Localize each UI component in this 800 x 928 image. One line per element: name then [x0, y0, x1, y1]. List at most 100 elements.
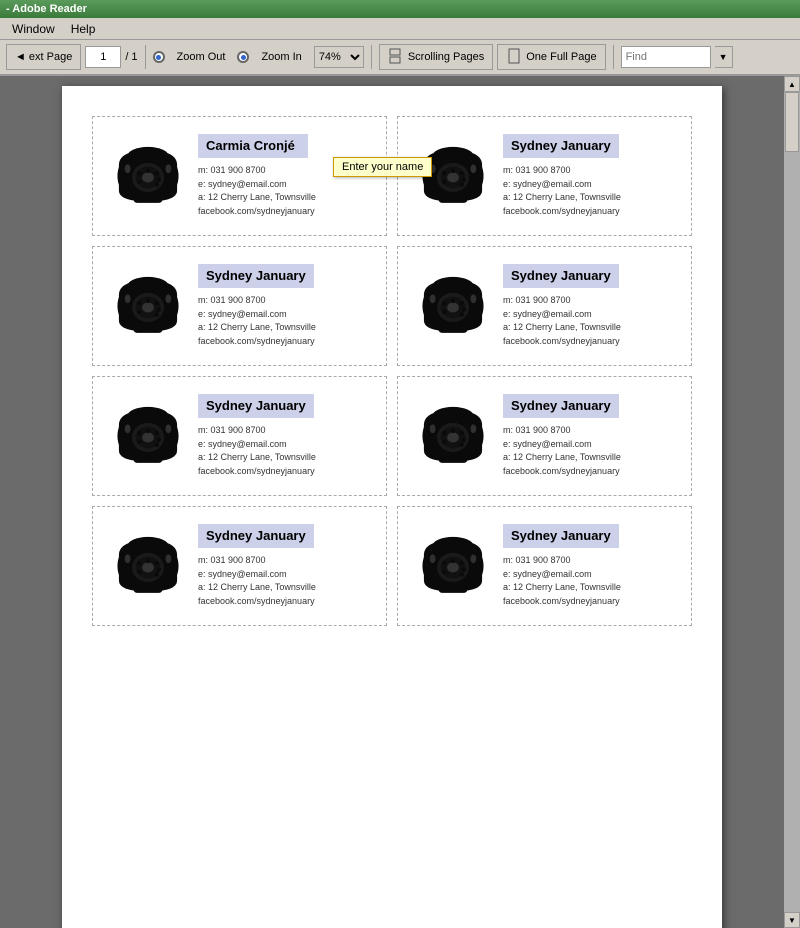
phone-icon-container: [408, 526, 498, 606]
card-name-highlight: Sydney January: [198, 264, 314, 288]
card-name-highlight: Sydney January: [503, 264, 619, 288]
card-phone: m: 031 900 8700: [503, 294, 681, 308]
business-card-8: Sydney January m: 031 900 8700 e: sydney…: [397, 506, 692, 626]
business-card-6: Sydney January m: 031 900 8700 e: sydney…: [397, 376, 692, 496]
card-email: e: sydney@email.com: [503, 438, 681, 452]
card-name-text: Sydney January: [511, 528, 611, 543]
phone-icon-container: [103, 266, 193, 346]
card-info: Carmia Cronjé m: 031 900 8700 e: sydney@…: [193, 134, 376, 218]
scrollbar-track[interactable]: [784, 92, 800, 912]
card-details: m: 031 900 8700 e: sydney@email.com a: 1…: [198, 424, 376, 478]
card-facebook: facebook.com/sydneyjanuary: [198, 205, 376, 219]
pdf-canvas[interactable]: Carmia Cronjé m: 031 900 8700 e: sydney@…: [0, 76, 784, 928]
scrolling-pages-button[interactable]: Scrolling Pages: [379, 44, 493, 70]
one-full-page-icon: [506, 48, 522, 67]
card-details: m: 031 900 8700 e: sydney@email.com a: 1…: [503, 554, 681, 608]
card-facebook: facebook.com/sydneyjanuary: [198, 335, 376, 349]
card-address: a: 12 Cherry Lane, Townsville: [198, 451, 376, 465]
zoom-select[interactable]: 74% 50% 100% 125% 150%: [314, 46, 364, 68]
card-details: m: 031 900 8700 e: sydney@email.com a: 1…: [198, 554, 376, 608]
card-email: e: sydney@email.com: [503, 308, 681, 322]
card-details: m: 031 900 8700 e: sydney@email.com a: 1…: [503, 294, 681, 348]
pdf-page: Carmia Cronjé m: 031 900 8700 e: sydney@…: [62, 86, 722, 928]
phone-icon-container: [408, 266, 498, 346]
card-details: m: 031 900 8700 e: sydney@email.com a: 1…: [198, 164, 376, 218]
card-facebook: facebook.com/sydneyjanuary: [503, 205, 681, 219]
card-email: e: sydney@email.com: [198, 178, 376, 192]
scrollbar-thumb[interactable]: [785, 92, 799, 152]
one-full-page-label: One Full Page: [526, 51, 596, 63]
card-info: Sydney January m: 031 900 8700 e: sydney…: [498, 134, 681, 218]
business-card-3: Sydney January m: 031 900 8700 e: sydney…: [92, 246, 387, 366]
cards-grid: Carmia Cronjé m: 031 900 8700 e: sydney@…: [82, 106, 702, 636]
scroll-down-button[interactable]: ▼: [784, 912, 800, 928]
card-name-text: Sydney January: [511, 268, 611, 283]
card-name-text: Sydney January: [511, 398, 611, 413]
zoom-out-label: Zoom Out: [177, 51, 226, 63]
zoom-in-radio-icon: [237, 51, 249, 63]
card-details: m: 031 900 8700 e: sydney@email.com a: 1…: [198, 294, 376, 348]
business-card-4: Sydney January m: 031 900 8700 e: sydney…: [397, 246, 692, 366]
card-info: Sydney January m: 031 900 8700 e: sydney…: [193, 394, 376, 478]
page-separator: / 1: [125, 51, 137, 63]
find-dropdown-button[interactable]: ▼: [715, 46, 733, 68]
zoom-in-button[interactable]: Zoom In: [253, 44, 309, 70]
card-email: e: sydney@email.com: [198, 308, 376, 322]
card-facebook: facebook.com/sydneyjanuary: [198, 465, 376, 479]
card-email: e: sydney@email.com: [503, 178, 681, 192]
card-email: e: sydney@email.com: [503, 568, 681, 582]
card-name-text: Sydney January: [206, 528, 306, 543]
card-name-highlight: Sydney January: [503, 134, 619, 158]
card-name-highlight: Carmia Cronjé: [198, 134, 308, 158]
card-details: m: 031 900 8700 e: sydney@email.com a: 1…: [503, 164, 681, 218]
card-name-text: Sydney January: [206, 268, 306, 283]
page-number-input[interactable]: [85, 46, 121, 68]
menu-window[interactable]: Window: [4, 20, 63, 38]
card-name-editable[interactable]: Carmia Cronjé: [206, 138, 295, 153]
card-phone: m: 031 900 8700: [198, 164, 376, 178]
card-address: a: 12 Cherry Lane, Townsville: [503, 581, 681, 595]
scrolling-pages-icon: [388, 48, 404, 67]
card-name-highlight: Sydney January: [503, 524, 619, 548]
phone-icon-container: [408, 396, 498, 476]
card-phone: m: 031 900 8700: [198, 424, 376, 438]
card-address: a: 12 Cherry Lane, Townsville: [503, 451, 681, 465]
card-address: a: 12 Cherry Lane, Townsville: [198, 191, 376, 205]
scrollbar[interactable]: ▲ ▼: [784, 76, 800, 928]
menu-bar: Window Help: [0, 18, 800, 40]
zoom-out-button[interactable]: Zoom Out: [169, 44, 234, 70]
phone-icon-container: [103, 396, 193, 476]
main-area: Carmia Cronjé m: 031 900 8700 e: sydney@…: [0, 76, 800, 928]
phone-icon-container: [408, 136, 498, 216]
divider-3: [613, 45, 614, 69]
card-phone: m: 031 900 8700: [503, 554, 681, 568]
card-address: a: 12 Cherry Lane, Townsville: [198, 321, 376, 335]
business-card-7: Sydney January m: 031 900 8700 e: sydney…: [92, 506, 387, 626]
card-email: e: sydney@email.com: [198, 568, 376, 582]
prev-arrow-icon: ◄: [15, 51, 26, 63]
business-card-5: Sydney January m: 031 900 8700 e: sydney…: [92, 376, 387, 496]
card-facebook: facebook.com/sydneyjanuary: [198, 595, 376, 609]
card-facebook: facebook.com/sydneyjanuary: [503, 465, 681, 479]
card-name-highlight: Sydney January: [503, 394, 619, 418]
card-facebook: facebook.com/sydneyjanuary: [503, 595, 681, 609]
card-details: m: 031 900 8700 e: sydney@email.com a: 1…: [503, 424, 681, 478]
toolbar: ◄ ext Page / 1 Zoom Out Zoom In 74% 50% …: [0, 40, 800, 76]
find-input[interactable]: [621, 46, 711, 68]
card-name-highlight: Sydney January: [198, 394, 314, 418]
zoom-in-label: Zoom In: [261, 51, 301, 63]
card-address: a: 12 Cherry Lane, Townsville: [503, 191, 681, 205]
card-phone: m: 031 900 8700: [503, 424, 681, 438]
card-phone: m: 031 900 8700: [198, 294, 376, 308]
divider-2: [371, 45, 372, 69]
scroll-up-button[interactable]: ▲: [784, 76, 800, 92]
title-bar: - Adobe Reader: [0, 0, 800, 18]
card-facebook: facebook.com/sydneyjanuary: [503, 335, 681, 349]
card-info: Sydney January m: 031 900 8700 e: sydney…: [193, 264, 376, 348]
menu-help[interactable]: Help: [63, 20, 104, 38]
card-info: Sydney January m: 031 900 8700 e: sydney…: [498, 394, 681, 478]
one-full-page-button[interactable]: One Full Page: [497, 44, 605, 70]
prev-page-button[interactable]: ◄ ext Page: [6, 44, 81, 70]
card-phone: m: 031 900 8700: [503, 164, 681, 178]
card-email: e: sydney@email.com: [198, 438, 376, 452]
